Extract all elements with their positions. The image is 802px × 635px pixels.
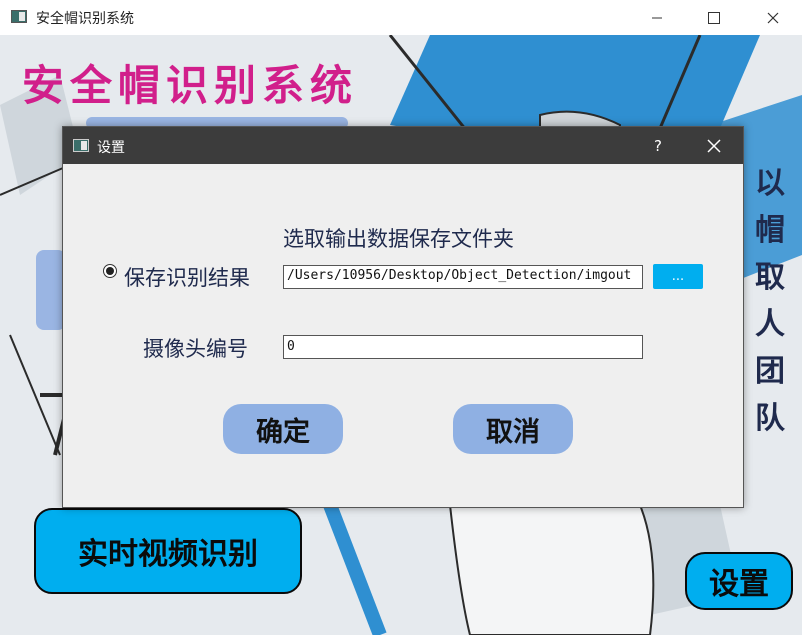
- side-slogan: 以 帽 取 人 团 队: [752, 160, 788, 442]
- dialog-titlebar: 设置 ?: [63, 127, 743, 164]
- app-title: 安全帽识别系统: [22, 61, 359, 110]
- window-titlebar: 安全帽识别系统: [0, 0, 802, 35]
- help-button[interactable]: ?: [645, 127, 671, 164]
- slogan-char: 取: [755, 260, 785, 295]
- window-title: 安全帽识别系统: [36, 11, 134, 27]
- cancel-button[interactable]: 取消: [453, 404, 573, 454]
- slogan-char: 团: [755, 354, 785, 389]
- ok-button[interactable]: 确定: [223, 404, 343, 454]
- dialog-app-icon: [73, 139, 89, 152]
- settings-dialog: 设置 ? 选取输出数据保存文件夹 保存识别结果 /Users/10956/Des…: [62, 126, 744, 508]
- maximize-icon: [708, 11, 720, 24]
- close-button[interactable]: [750, 0, 796, 35]
- close-icon: [707, 138, 721, 153]
- close-icon: [767, 12, 779, 23]
- slogan-char: 人: [755, 307, 785, 342]
- settings-button[interactable]: 设置: [685, 552, 793, 610]
- output-folder-heading: 选取输出数据保存文件夹: [283, 227, 514, 251]
- minimize-button[interactable]: [634, 0, 680, 35]
- slogan-char: 队: [755, 401, 785, 436]
- save-results-label[interactable]: 保存识别结果: [124, 262, 250, 292]
- dialog-close-button[interactable]: [693, 127, 735, 164]
- app-icon: [11, 10, 27, 23]
- slogan-char: 帽: [755, 213, 785, 248]
- camera-number-label: 摄像头编号: [143, 337, 248, 361]
- dialog-title: 设置: [97, 140, 125, 156]
- camera-number-input[interactable]: 0: [283, 335, 643, 359]
- maximize-button[interactable]: [691, 0, 737, 35]
- browse-button[interactable]: ...: [653, 264, 703, 289]
- save-results-radio[interactable]: [103, 264, 117, 278]
- output-path-input[interactable]: /Users/10956/Desktop/Object_Detection/im…: [283, 265, 643, 289]
- realtime-video-button[interactable]: 实时视频识别: [34, 508, 302, 594]
- minimize-icon: [652, 17, 662, 18]
- slogan-char: 以: [755, 166, 785, 201]
